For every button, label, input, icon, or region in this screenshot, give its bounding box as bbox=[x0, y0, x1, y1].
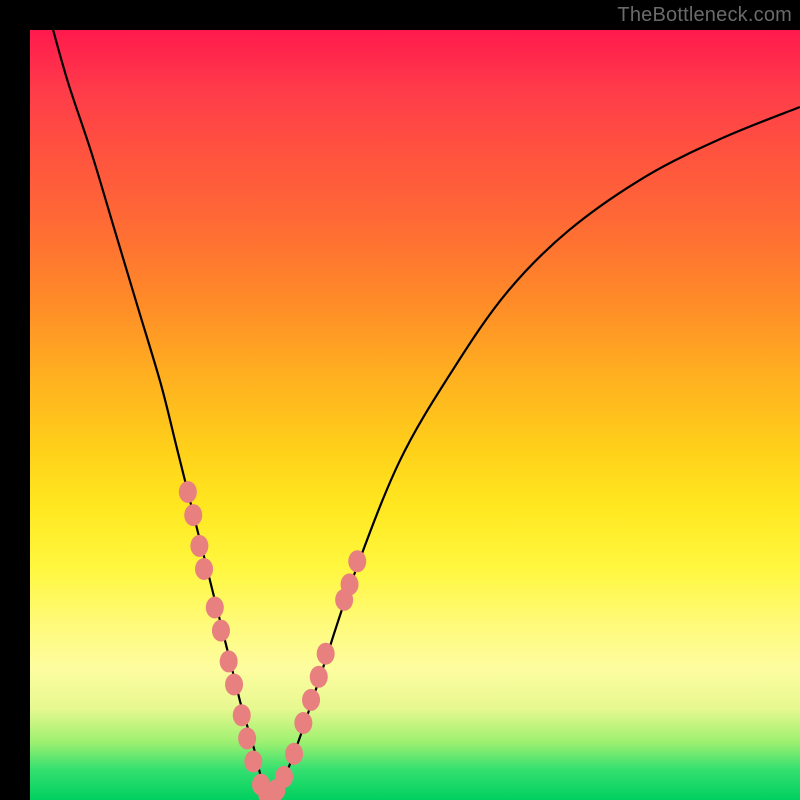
curve-layer bbox=[30, 30, 800, 800]
curve-marker bbox=[184, 504, 202, 526]
curve-marker bbox=[310, 666, 328, 688]
curve-marker bbox=[285, 743, 303, 765]
bottleneck-curve bbox=[53, 30, 800, 796]
curve-marker bbox=[179, 481, 197, 503]
curve-marker bbox=[195, 558, 213, 580]
plot-area bbox=[30, 30, 800, 800]
curve-marker bbox=[294, 712, 312, 734]
curve-marker bbox=[317, 643, 335, 665]
chart-frame: TheBottleneck.com bbox=[0, 0, 800, 800]
curve-marker bbox=[335, 589, 353, 611]
curve-marker bbox=[252, 774, 270, 796]
curve-marker bbox=[348, 550, 366, 572]
curve-marker bbox=[233, 704, 251, 726]
watermark-text: TheBottleneck.com bbox=[617, 4, 792, 27]
curve-marker bbox=[267, 779, 285, 800]
curve-marker bbox=[302, 689, 320, 711]
curve-marker bbox=[238, 727, 256, 749]
curve-marker bbox=[244, 751, 262, 773]
curve-marker bbox=[190, 535, 208, 557]
curve-marker bbox=[206, 597, 224, 619]
curve-marker bbox=[341, 573, 359, 595]
curve-marker bbox=[225, 674, 243, 696]
curve-marker bbox=[220, 650, 238, 672]
curve-marker bbox=[258, 783, 276, 800]
curve-marker bbox=[212, 620, 230, 642]
curve-marker bbox=[275, 766, 293, 788]
marker-group bbox=[179, 481, 366, 800]
